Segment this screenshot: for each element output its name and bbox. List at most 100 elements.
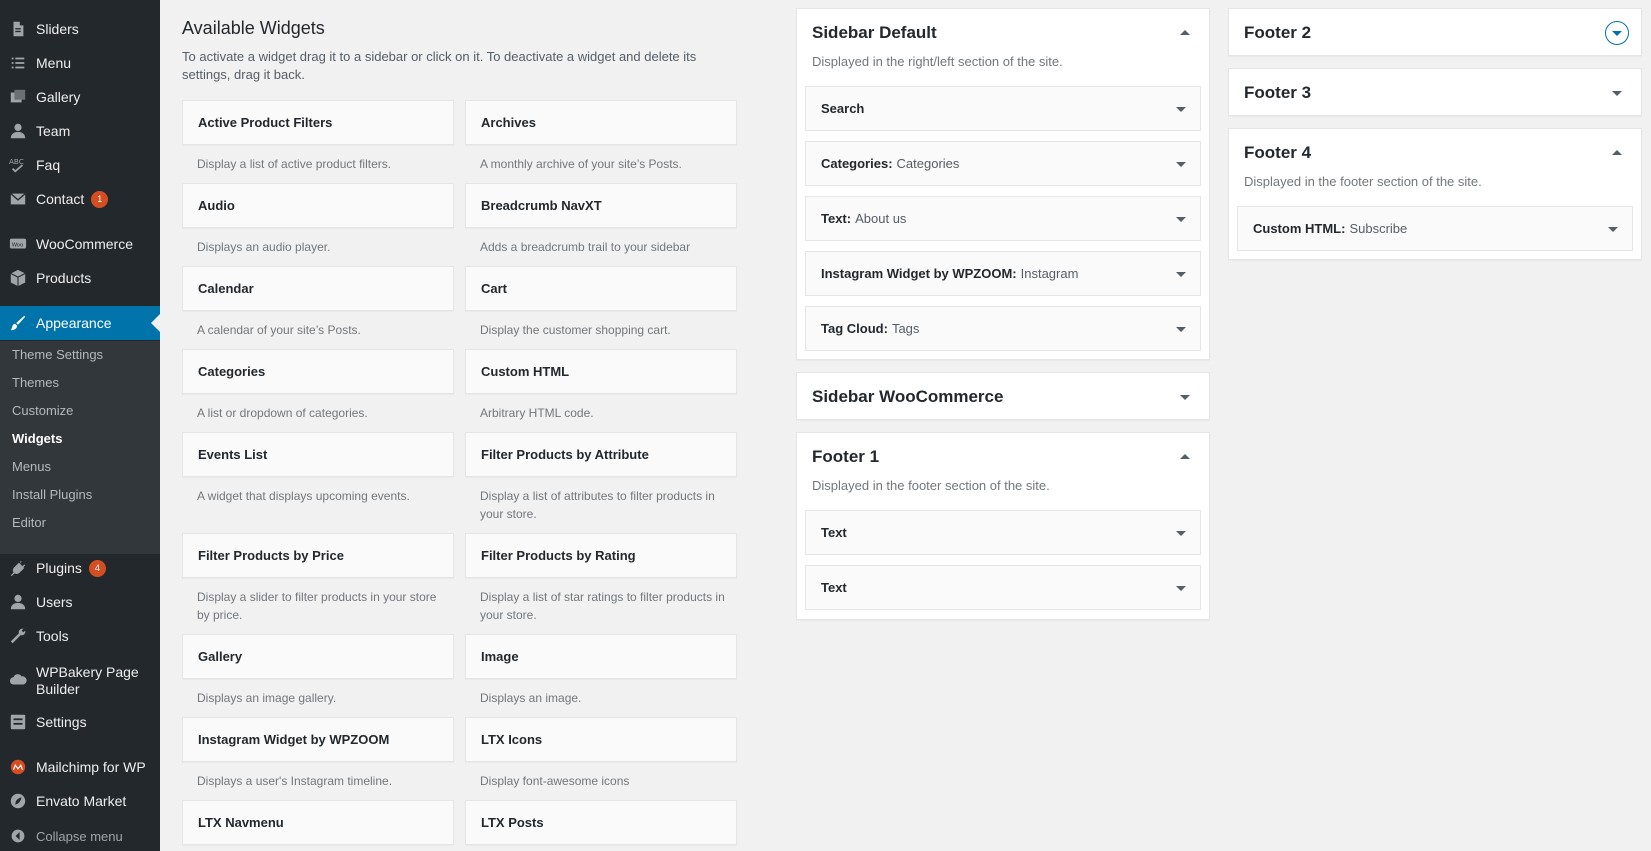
menu-label: Mailchimp for WP [36,758,146,775]
caret-down-icon[interactable] [1176,159,1186,169]
widget-description: A list or dropdown of categories. [197,406,368,420]
caret-down-icon[interactable] [1605,81,1629,105]
caret-down-icon[interactable] [1176,324,1186,334]
menu-item-contact[interactable]: Contact 1 [0,182,160,216]
sidebar-default-description: Displayed in the right/left section of t… [812,54,1063,69]
widget-gallery[interactable]: Gallery [182,634,454,679]
footer2-panel[interactable]: Footer 2 [1228,8,1642,56]
caret-down-circle-icon[interactable] [1605,21,1629,45]
sidebar-woocommerce-panel[interactable]: Sidebar WooCommerce [796,372,1210,420]
menu-item-mailchimp[interactable]: Mailchimp for WP [0,750,160,784]
sidebar-widget-search[interactable]: Search [805,86,1201,131]
sidebar-widget-instagram[interactable]: Instagram Widget by WPZOOM: Instagram [805,251,1201,296]
caret-up-icon[interactable] [1173,445,1197,469]
widget-calendar[interactable]: Calendar [182,266,454,311]
widget-archives[interactable]: Archives [465,100,737,145]
available-widgets-title: Available Widgets [182,18,325,38]
footer3-panel[interactable]: Footer 3 [1228,68,1642,116]
widget-separator: : [1012,266,1017,281]
footer3-header[interactable]: Footer 3 [1229,69,1641,117]
menu-label: Gallery [36,88,81,105]
widget-ltx-navmenu[interactable]: LTX Navmenu [182,800,454,845]
menu-item-sliders[interactable]: Sliders [0,12,160,46]
sidebar-woocommerce-header[interactable]: Sidebar WooCommerce [797,373,1209,421]
caret-down-icon[interactable] [1173,385,1197,409]
widget-instagram-wpzoom[interactable]: Instagram Widget by WPZOOM [182,717,454,762]
widget-ltx-icons[interactable]: LTX Icons [465,717,737,762]
menu-item-wpbakery[interactable]: WPBakery Page Builder [0,661,160,701]
footer2-header[interactable]: Footer 2 [1229,9,1641,57]
cloud-icon [0,663,36,697]
plugins-update-badge: 4 [88,559,106,577]
widget-cart[interactable]: Cart [465,266,737,311]
widget-custom-html[interactable]: Custom HTML [465,349,737,394]
footer1-header[interactable]: Footer 1 [797,433,1209,481]
svg-text:Woo: Woo [12,242,24,248]
menu-item-menu[interactable]: Menu [0,46,160,80]
settings-icon [0,705,36,739]
caret-down-icon[interactable] [1176,528,1186,538]
sidebar-widget-tag-cloud[interactable]: Tag Cloud: Tags [805,306,1201,351]
widget-type: Tag Cloud [821,321,884,336]
menu-label: Faq [36,156,61,173]
widget-type: Text [821,525,847,540]
footer4-header[interactable]: Footer 4 [1229,129,1641,177]
menu-item-products[interactable]: Products [0,261,160,295]
menu-item-team[interactable]: Team [0,114,160,148]
menu-item-settings[interactable]: Settings [0,705,160,739]
menu-item-tools[interactable]: Tools [0,619,160,653]
widget-title: Subscribe [1349,221,1408,236]
caret-down-icon[interactable] [1176,214,1186,224]
widget-active-product-filters[interactable]: Active Product Filters [182,100,454,145]
submenu-customize[interactable]: Customize [12,397,73,425]
menu-item-faq[interactable]: ABC Faq [0,148,160,182]
menu-item-appearance[interactable]: Appearance [0,306,160,340]
menu-item-users[interactable]: Users [0,585,160,619]
widget-description: Displays an audio player. [197,240,331,254]
plug-icon [0,551,36,585]
sidebar-default-header[interactable]: Sidebar Default [797,9,1209,57]
menu-item-envato-market[interactable]: Envato Market [0,784,160,818]
menu-item-woocommerce[interactable]: Woo WooCommerce [0,227,160,261]
submenu-widgets[interactable]: Widgets [12,425,62,453]
menu-label: Envato Market [36,792,127,809]
caret-down-icon[interactable] [1176,269,1186,279]
widget-separator: : [888,156,893,171]
submenu-editor[interactable]: Editor [12,509,46,537]
footer4-widget-custom-html[interactable]: Custom HTML: Subscribe [1237,206,1633,251]
widget-categories[interactable]: Categories [182,349,454,394]
submenu-theme-settings[interactable]: Theme Settings [12,341,103,369]
submenu-install-plugins[interactable]: Install Plugins [12,481,92,509]
widget-ltx-posts[interactable]: LTX Posts [465,800,737,845]
mail-icon [0,182,36,216]
widget-filter-products-by-attribute[interactable]: Filter Products by Attribute [465,432,737,477]
menu-label: Sliders [36,20,79,37]
caret-up-icon[interactable] [1173,21,1197,45]
widget-audio[interactable]: Audio [182,183,454,228]
sidebar-widget-categories[interactable]: Categories: Categories [805,141,1201,186]
caret-up-icon[interactable] [1605,141,1629,165]
caret-down-icon[interactable] [1608,224,1618,234]
widget-breadcrumb-navxt[interactable]: Breadcrumb NavXT [465,183,737,228]
menu-item-gallery[interactable]: Gallery [0,80,160,114]
sidebar-widget-text-about[interactable]: Text: About us [805,196,1201,241]
caret-down-icon[interactable] [1176,104,1186,114]
caret-down-icon[interactable] [1176,583,1186,593]
widget-description: Displays an image. [480,691,582,705]
submenu-menus[interactable]: Menus [12,453,51,481]
widget-filter-products-by-rating[interactable]: Filter Products by Rating [465,533,737,578]
widget-image[interactable]: Image [465,634,737,679]
collapse-menu-button[interactable]: Collapse menu [0,822,160,850]
widget-title: Categories [896,156,960,171]
footer1-description: Displayed in the footer section of the s… [812,478,1050,493]
menu-item-plugins[interactable]: Plugins 4 [0,551,160,585]
footer1-widget-text[interactable]: Text [805,510,1201,555]
available-widgets-description: To activate a widget drag it to a sideba… [182,49,697,82]
widget-filter-products-by-price[interactable]: Filter Products by Price [182,533,454,578]
widget-events-list[interactable]: Events List [182,432,454,477]
sidebar-default-panel: Sidebar Default Displayed in the right/l… [796,8,1210,360]
footer1-widget-text[interactable]: Text [805,565,1201,610]
widget-separator: : [1341,221,1346,236]
submenu-themes[interactable]: Themes [12,369,59,397]
menu-label: Products [36,269,92,286]
